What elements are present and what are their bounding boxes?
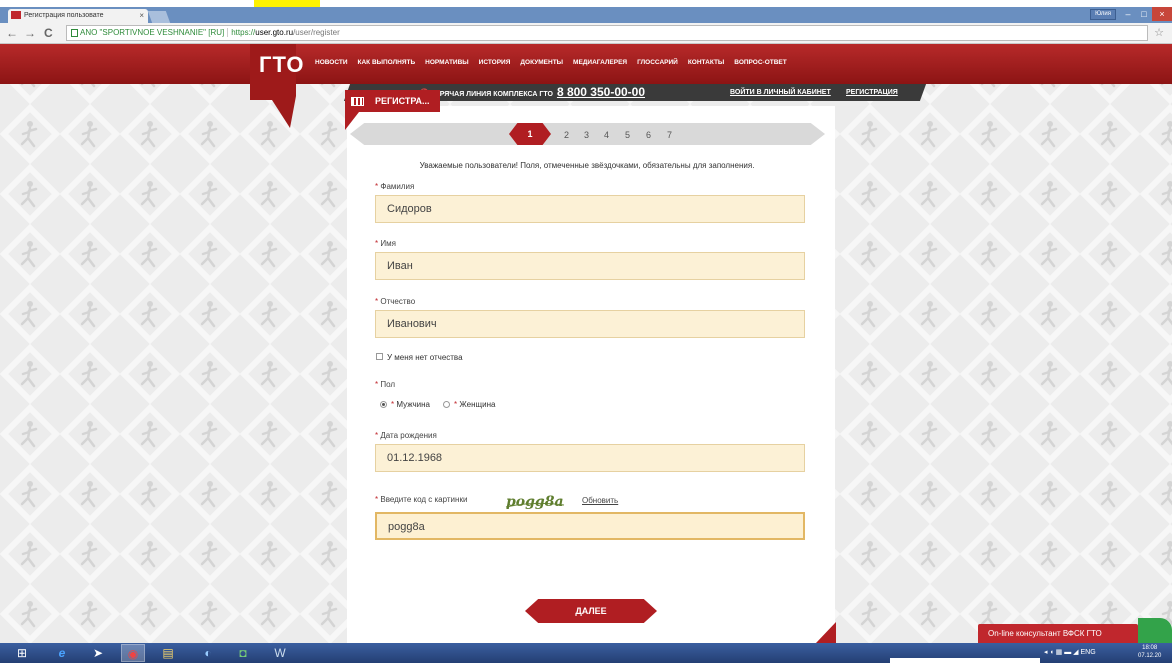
folder-icon[interactable]: ➤ xyxy=(86,644,110,662)
ev-org-label: ANO "SPORTIVNOE VESHNANIE" [RU] xyxy=(80,28,229,37)
no-patronymic-label[interactable]: У меня нет отчества xyxy=(387,353,463,362)
gender-female-label[interactable]: * Женщина xyxy=(454,400,495,409)
site-header: НОВОСТИ КАК ВЫПОЛНЯТЬ НОРМАТИВЫ ИСТОРИЯ … xyxy=(0,44,1172,84)
nav-news[interactable]: НОВОСТИ xyxy=(315,59,348,66)
maximize-button[interactable]: □ xyxy=(1136,7,1152,21)
tab-close-icon[interactable]: × xyxy=(139,9,144,23)
word-icon[interactable]: W xyxy=(268,644,292,662)
hotline: ✆ГОРЯЧАЯ ЛИНИЯ КОМПЛЕКСА ГТО8 800 350-00… xyxy=(420,85,645,99)
nav-standards[interactable]: НОРМАТИВЫ xyxy=(425,59,469,66)
step-active: 1 xyxy=(509,123,551,145)
captcha-image: pogg8a xyxy=(505,494,565,510)
hotline-label: ГОРЯЧАЯ ЛИНИЯ КОМПЛЕКСА ГТО xyxy=(430,91,553,98)
nav-media[interactable]: МЕДИАГАЛЕРЕЯ xyxy=(573,59,627,66)
next-button[interactable]: ДАЛЕЕ xyxy=(525,599,657,623)
ie-icon[interactable]: e xyxy=(50,644,74,662)
captcha-refresh-link[interactable]: Обновить xyxy=(582,496,618,505)
nav-how-to[interactable]: КАК ВЫПОЛНЯТЬ xyxy=(358,59,416,66)
explorer-icon[interactable]: ▤ xyxy=(156,644,180,662)
clock-time: 18:08 xyxy=(1142,645,1158,651)
birthdate-input[interactable]: 01.12.1968 xyxy=(375,444,805,472)
hotline-phone[interactable]: 8 800 350-00-00 xyxy=(557,85,645,99)
url-path: /user/register xyxy=(293,28,340,37)
step-3: 3 xyxy=(584,130,590,140)
back-arrow-icon[interactable]: ← xyxy=(6,26,18,40)
forward-arrow-icon[interactable]: → xyxy=(24,26,36,40)
start-icon[interactable]: ⊞ xyxy=(10,644,34,662)
step-5: 5 xyxy=(625,130,631,140)
svg-text:pogg8a: pogg8a xyxy=(506,494,564,510)
gender-male-label[interactable]: * Мужчина xyxy=(391,400,430,409)
captcha-input[interactable]: pogg8a xyxy=(375,512,805,540)
nav-glossary[interactable]: ГЛОССАРИЙ xyxy=(637,59,678,66)
name-input[interactable]: Иван xyxy=(375,252,805,280)
url-host: user.gto.ru xyxy=(255,28,294,37)
surname-input[interactable]: Сидоров xyxy=(375,195,805,223)
nav-documents[interactable]: ДОКУМЕНТЫ xyxy=(520,59,563,66)
url-field[interactable]: ANO "SPORTIVNOE VESHNANIE" [RU] https://u… xyxy=(66,25,1148,41)
step-7: 7 xyxy=(667,130,673,140)
close-window-button[interactable]: × xyxy=(1152,7,1172,21)
reload-icon[interactable]: C xyxy=(44,26,53,40)
browser-tab[interactable]: Регистрация пользовате × xyxy=(8,9,148,23)
card-corner xyxy=(816,622,836,643)
gto-logo[interactable]: ГТО xyxy=(259,52,304,78)
register-link[interactable]: РЕГИСТРАЦИЯ xyxy=(846,89,898,96)
patronymic-label: * Отчество xyxy=(375,297,416,306)
captcha-label: * Введите код с картинки xyxy=(375,495,468,504)
address-bar: ← → C ANO "SPORTIVNOE VESHNANIE" [RU] htt… xyxy=(0,23,1172,44)
main-navigation: НОВОСТИ КАК ВЫПОЛНЯТЬ НОРМАТИВЫ ИСТОРИЯ … xyxy=(315,59,787,66)
gender-male-radio[interactable] xyxy=(380,401,387,408)
step-2: 2 xyxy=(564,130,570,140)
taskbar-search-box[interactable] xyxy=(890,658,1040,663)
tray-icons: ◂ ◖ ▦ ▬ ◢ xyxy=(1044,649,1081,656)
nav-contacts[interactable]: КОНТАКТЫ xyxy=(688,59,724,66)
highlight-mark xyxy=(254,0,320,7)
nav-faq[interactable]: ВОПРОС-ОТВЕТ xyxy=(734,59,786,66)
nav-history[interactable]: ИСТОРИЯ xyxy=(479,59,511,66)
name-label: * Имя xyxy=(375,239,396,248)
tray-lang[interactable]: ENG xyxy=(1080,649,1095,656)
no-patronymic-checkbox[interactable] xyxy=(376,353,383,360)
url-scheme: https:// xyxy=(231,28,256,37)
network-icon[interactable]: ◐ xyxy=(196,644,220,662)
system-tray[interactable]: ◂ ◖ ▦ ▬ ◢ ENG xyxy=(1044,648,1096,656)
chrome-icon[interactable]: ◉ xyxy=(121,644,145,662)
birthdate-label: * Дата рождения xyxy=(375,431,437,440)
consultant-tab[interactable] xyxy=(1138,618,1172,643)
top-strip xyxy=(0,0,1172,7)
tab-title: Регистрация пользовате xyxy=(24,12,104,19)
step-4: 4 xyxy=(604,130,610,140)
clock[interactable]: 18:08 07.12.20 xyxy=(1138,644,1161,660)
new-tab-button[interactable] xyxy=(147,11,171,23)
gender-female-radio[interactable] xyxy=(443,401,450,408)
utorrent-icon[interactable]: ◘ xyxy=(231,644,255,662)
gender-label: * Пол xyxy=(375,380,396,389)
page-title: РЕГИСТРА... xyxy=(375,96,430,106)
clock-date: 07.12.20 xyxy=(1138,653,1162,659)
minimize-button[interactable]: – xyxy=(1120,7,1136,21)
lock-icon xyxy=(71,28,78,37)
title-tag-fold xyxy=(345,112,359,130)
web-page: НОВОСТИ КАК ВЫПОЛНЯТЬ НОРМАТИВЫ ИСТОРИЯ … xyxy=(0,44,1172,643)
profile-badge[interactable]: Юлия xyxy=(1090,9,1116,20)
step-6: 6 xyxy=(646,130,652,140)
required-fields-notice: Уважаемые пользователи! Поля, отмеченные… xyxy=(419,161,755,170)
browser-tab-bar: Регистрация пользовате × Юлия – □ × xyxy=(0,7,1172,23)
registration-icon xyxy=(351,97,364,106)
patronymic-input[interactable]: Иванович xyxy=(375,310,805,338)
login-link[interactable]: ВОЙТИ В ЛИЧНЫЙ КАБИНЕТ xyxy=(730,89,831,96)
online-consultant-button[interactable]: On-line консультант ВФСК ГТО xyxy=(978,624,1138,643)
form-card xyxy=(347,106,835,643)
page-title-tag: РЕГИСТРА... xyxy=(345,90,440,112)
surname-label: * Фамилия xyxy=(375,182,415,191)
bookmark-star-icon[interactable]: ☆ xyxy=(1154,26,1164,39)
gto-favicon-icon xyxy=(11,11,21,20)
